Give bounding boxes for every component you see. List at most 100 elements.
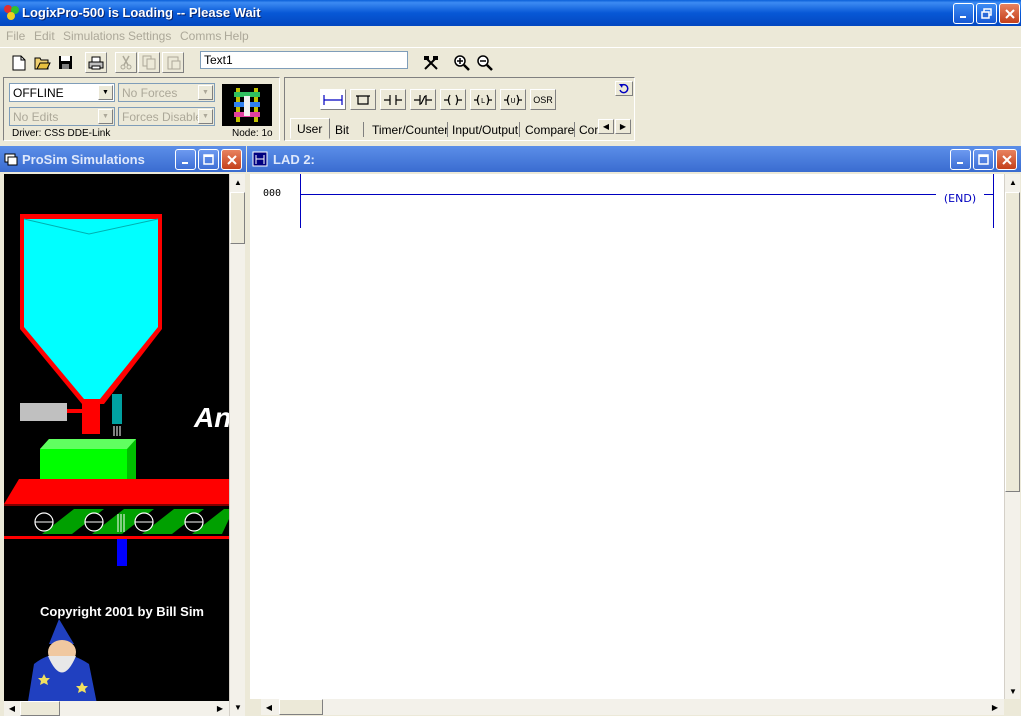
minimize-button[interactable] bbox=[953, 3, 974, 24]
prosim-maximize-button[interactable] bbox=[198, 149, 219, 170]
logixpro-app-icon[interactable] bbox=[3, 4, 20, 21]
close-button[interactable] bbox=[999, 3, 1020, 24]
ladder-editor[interactable]: 000 (END) bbox=[250, 174, 1004, 699]
ote-button[interactable] bbox=[440, 89, 466, 110]
edits-value: No Edits bbox=[13, 110, 59, 124]
forces-state-value: Forces Disabled bbox=[122, 110, 209, 124]
scroll-down-button[interactable]: ▼ bbox=[230, 699, 246, 715]
arrow-left-icon: ◀ bbox=[602, 122, 610, 131]
zoom-out-button[interactable] bbox=[474, 52, 496, 73]
chevron-down-icon[interactable]: ▼ bbox=[98, 85, 113, 100]
restore-button[interactable] bbox=[976, 3, 997, 24]
print-button[interactable] bbox=[85, 52, 107, 73]
otu-icon: U bbox=[504, 94, 522, 105]
conveyor-belt bbox=[4, 479, 229, 504]
mode-select[interactable]: OFFLINE ▼ bbox=[9, 83, 115, 102]
lad-maximize-button[interactable] bbox=[973, 149, 994, 170]
arrow-up-icon: ▲ bbox=[1009, 177, 1017, 187]
copy-button[interactable] bbox=[138, 52, 160, 73]
prosim-close-button[interactable] bbox=[221, 149, 242, 170]
tab-scroll-right-button[interactable]: ▶ bbox=[615, 119, 631, 134]
lad-minimize-button[interactable] bbox=[950, 149, 971, 170]
driver-label: Driver: CSS DDE-Link bbox=[12, 128, 111, 139]
tab-con[interactable]: Con bbox=[579, 121, 599, 139]
scroll-right-button[interactable]: ▶ bbox=[212, 701, 228, 716]
insert-rung-button[interactable] bbox=[320, 89, 346, 110]
tools-button[interactable] bbox=[420, 52, 442, 73]
insert-branch-button[interactable] bbox=[350, 89, 376, 110]
zoom-in-button[interactable] bbox=[451, 52, 473, 73]
cut-button[interactable] bbox=[115, 52, 137, 73]
lad-horizontal-scrollbar[interactable]: ◀ ▶ bbox=[261, 699, 1004, 715]
xio-button[interactable] bbox=[410, 89, 436, 110]
solenoid-rod bbox=[67, 409, 92, 413]
ladder-window-icon[interactable] bbox=[252, 151, 268, 167]
scroll-thumb[interactable] bbox=[279, 699, 323, 715]
menu-file[interactable]: File bbox=[6, 29, 25, 43]
copy-icon bbox=[142, 55, 155, 70]
arrow-right-icon: ▶ bbox=[216, 704, 224, 713]
text-field[interactable]: Text1 bbox=[200, 51, 408, 69]
arrow-down-icon: ▼ bbox=[234, 702, 242, 712]
level-sensor bbox=[112, 394, 122, 424]
scroll-up-button[interactable]: ▲ bbox=[1005, 174, 1021, 190]
close-icon bbox=[226, 154, 237, 165]
xic-button[interactable] bbox=[380, 89, 406, 110]
palette-refresh-button[interactable] bbox=[615, 81, 633, 96]
scroll-thumb[interactable] bbox=[230, 192, 245, 244]
edits-select: No Edits ▼ bbox=[9, 107, 115, 126]
app-title: LogixPro-500 is Loading -- Please Wait bbox=[22, 5, 261, 20]
osr-button[interactable]: OSR bbox=[530, 89, 556, 110]
prosim-horizontal-scrollbar[interactable]: ◀ ▶ bbox=[4, 701, 229, 716]
prosim-title: ProSim Simulations bbox=[22, 152, 145, 167]
tab-user[interactable]: User bbox=[290, 118, 330, 139]
paste-button[interactable] bbox=[162, 52, 184, 73]
otu-button[interactable]: U bbox=[500, 89, 526, 110]
tab-timer-counter[interactable]: Timer/Counter bbox=[372, 121, 448, 139]
save-button[interactable] bbox=[54, 52, 76, 73]
menu-edit[interactable]: Edit bbox=[34, 29, 55, 43]
scroll-thumb[interactable] bbox=[1005, 192, 1020, 492]
conveyor-edge bbox=[4, 504, 229, 506]
new-file-button[interactable] bbox=[8, 52, 30, 73]
menu-comms[interactable]: Comms bbox=[180, 29, 221, 43]
scroll-left-button[interactable]: ◀ bbox=[4, 701, 20, 716]
end-label: END bbox=[948, 191, 972, 205]
app-title-bar: LogixPro-500 is Loading -- Please Wait bbox=[0, 0, 1021, 26]
otl-icon: L bbox=[474, 94, 492, 105]
tab-input-output[interactable]: Input/Output bbox=[452, 121, 518, 139]
tab-divider bbox=[363, 122, 364, 137]
lad-vertical-scrollbar[interactable]: ▲ ▼ bbox=[1004, 174, 1020, 699]
scroll-up-button[interactable]: ▲ bbox=[230, 174, 246, 190]
menu-settings[interactable]: Settings bbox=[128, 29, 171, 43]
print-icon bbox=[88, 56, 104, 69]
tab-scroll-left-button[interactable]: ◀ bbox=[598, 119, 614, 134]
tab-divider bbox=[447, 122, 448, 137]
save-icon bbox=[58, 56, 72, 69]
scroll-thumb[interactable] bbox=[20, 701, 60, 716]
prosim-vertical-scrollbar[interactable]: ▲ ▼ bbox=[229, 174, 245, 716]
arrow-up-icon: ▲ bbox=[234, 177, 242, 187]
open-button[interactable] bbox=[31, 52, 53, 73]
toolbar: Text1 bbox=[0, 47, 1021, 75]
zoom-in-icon bbox=[454, 54, 470, 71]
menu-help[interactable]: Help bbox=[224, 29, 249, 43]
scroll-left-button[interactable]: ◀ bbox=[261, 699, 277, 715]
lad-close-button[interactable] bbox=[996, 149, 1017, 170]
tab-divider bbox=[574, 122, 575, 137]
branch-icon bbox=[356, 94, 370, 105]
tools-icon bbox=[424, 55, 438, 70]
hopper-fill bbox=[24, 219, 158, 399]
otl-button[interactable]: L bbox=[470, 89, 496, 110]
copyright-text: Copyright 2001 by Bill Sim bbox=[40, 604, 204, 619]
prosim-minimize-button[interactable] bbox=[175, 149, 196, 170]
menu-simulations[interactable]: Simulations bbox=[63, 29, 125, 43]
open-folder-icon bbox=[34, 57, 51, 70]
tab-bit[interactable]: Bit bbox=[335, 121, 349, 139]
scroll-right-button[interactable]: ▶ bbox=[987, 699, 1003, 715]
rung-line[interactable] bbox=[300, 194, 994, 195]
simulation-canvas[interactable]: An Copyright 2001 by Bill Sim bbox=[4, 174, 229, 701]
tab-compare[interactable]: Compare bbox=[525, 121, 574, 139]
scroll-down-button[interactable]: ▼ bbox=[1005, 683, 1021, 699]
prosim-window-icon[interactable] bbox=[4, 153, 18, 166]
